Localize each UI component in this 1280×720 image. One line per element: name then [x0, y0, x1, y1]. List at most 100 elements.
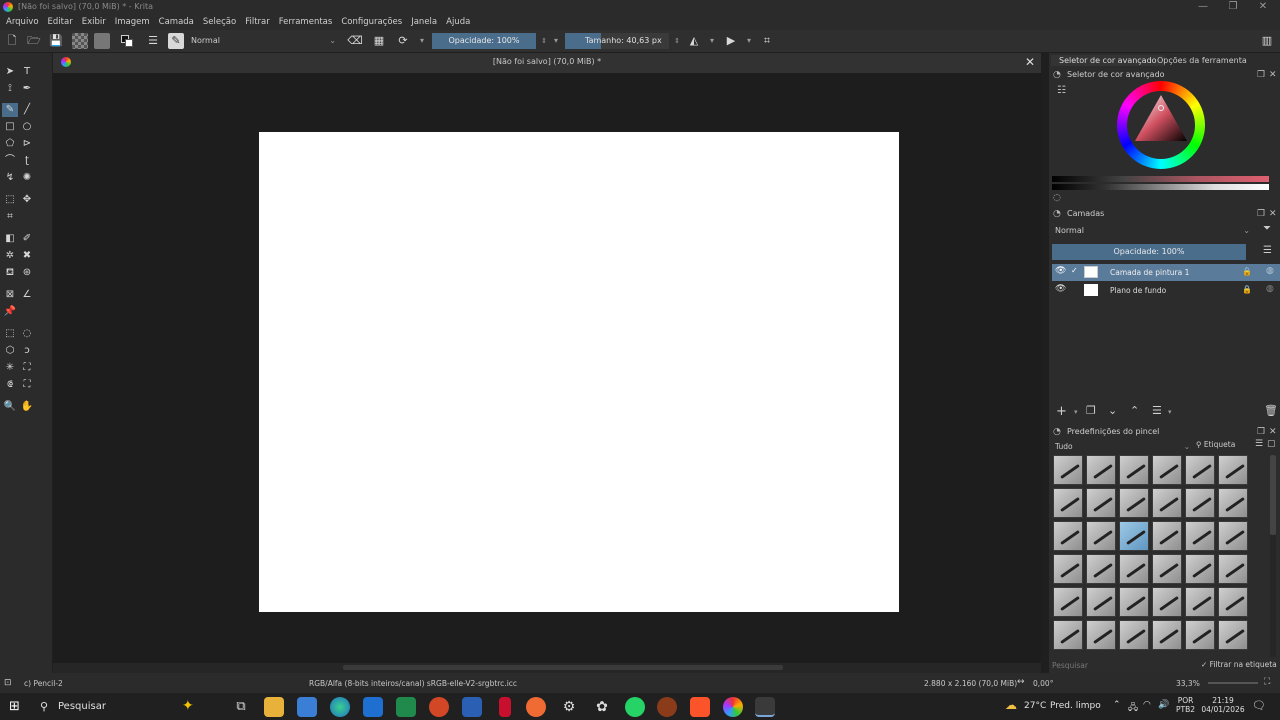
- weather-desc[interactable]: Pred. limpo: [1050, 701, 1101, 711]
- fullscreen-icon[interactable]: ⛶: [1264, 677, 1270, 687]
- rotation-icon[interactable]: ↔: [1017, 677, 1025, 687]
- float-panel-icon[interactable]: ❐: [1257, 68, 1265, 82]
- brush-preset[interactable]: [1218, 620, 1248, 650]
- select-shapes-tool-icon[interactable]: ➤: [2, 65, 18, 79]
- chatgpt-icon[interactable]: ✿: [592, 697, 612, 717]
- rectangular-selection-tool-icon[interactable]: ⬚: [2, 327, 18, 341]
- brush-preset[interactable]: [1218, 488, 1248, 518]
- brush-preset-icon[interactable]: ✎: [168, 33, 184, 49]
- steam-icon[interactable]: ⚙: [559, 697, 579, 717]
- canvas-paper[interactable]: [259, 132, 899, 612]
- freehand-path-tool-icon[interactable]: ʈ: [19, 154, 35, 168]
- brush-search-input[interactable]: Pesquisar: [1052, 660, 1192, 672]
- menu-ferramentas[interactable]: Ferramentas: [279, 17, 333, 27]
- duplicate-layer-icon[interactable]: ❐: [1086, 404, 1096, 417]
- save-icon[interactable]: 💾: [48, 33, 64, 49]
- fg-bg-color-icon[interactable]: [119, 33, 135, 49]
- tab-tool-options[interactable]: Opções da ferramenta: [1155, 55, 1249, 66]
- language-indicator[interactable]: POR PTB2: [1176, 696, 1195, 714]
- close-window-button[interactable]: ✕: [1248, 0, 1278, 14]
- brush-preset[interactable]: [1152, 455, 1182, 485]
- minimize-button[interactable]: —: [1188, 0, 1218, 14]
- brush-scrollbar[interactable]: [1270, 455, 1276, 657]
- contiguous-selection-tool-icon[interactable]: ✳: [2, 361, 18, 375]
- menu-editar[interactable]: Editar: [48, 17, 73, 27]
- reference-images-tool-icon[interactable]: 📌: [2, 305, 18, 319]
- brush-preset[interactable]: [1086, 620, 1116, 650]
- brush-preset[interactable]: [1053, 455, 1083, 485]
- app-orange-icon[interactable]: [526, 697, 546, 717]
- app-game-icon[interactable]: [657, 697, 677, 717]
- chevron-down-icon[interactable]: ▾: [1074, 408, 1078, 416]
- smart-patch-tool-icon[interactable]: ✖: [19, 249, 35, 263]
- close-document-icon[interactable]: ✕: [1025, 55, 1035, 69]
- menu-janela[interactable]: Janela: [411, 17, 437, 27]
- wifi-icon[interactable]: ◠: [1143, 700, 1151, 710]
- move-layer-up-icon[interactable]: ⌃: [1130, 404, 1139, 417]
- grid-view-icon[interactable]: ▢: [1267, 439, 1276, 449]
- scrollbar-thumb[interactable]: [343, 665, 783, 670]
- polygon-tool-icon[interactable]: ⬠: [2, 137, 18, 151]
- brush-preset[interactable]: [1218, 521, 1248, 551]
- filter-by-tag-checkbox[interactable]: ✓ Filtrar na etiqueta: [1201, 660, 1277, 669]
- brush-preset[interactable]: [1119, 620, 1149, 650]
- file-explorer-icon[interactable]: [264, 697, 284, 717]
- open-folder-icon[interactable]: 🗁: [26, 33, 42, 49]
- menu-configuracoes[interactable]: Configurações: [341, 17, 402, 27]
- brush-preset[interactable]: [1185, 488, 1215, 518]
- outlook-icon[interactable]: [363, 697, 383, 717]
- menu-exibir[interactable]: Exibir: [82, 17, 106, 27]
- bezier-tool-icon[interactable]: ⌒: [2, 154, 18, 168]
- panel-lock-icon[interactable]: ◔: [1053, 207, 1061, 221]
- task-view-icon[interactable]: ⧉: [231, 697, 251, 717]
- brush-preset[interactable]: [1152, 521, 1182, 551]
- alpha-lock-icon[interactable]: ◍: [1266, 284, 1274, 294]
- menu-ajuda[interactable]: Ajuda: [446, 17, 470, 27]
- checkmark-icon[interactable]: ✓: [1071, 266, 1078, 275]
- reload-preset-icon[interactable]: ⟳: [395, 33, 411, 49]
- weather-icon[interactable]: ☁: [1005, 698, 1017, 712]
- tag-button[interactable]: ⚲ Etiqueta: [1196, 440, 1235, 449]
- opacity-slider[interactable]: Opacidade: 100%: [432, 33, 536, 49]
- brush-preset[interactable]: [1053, 620, 1083, 650]
- polyline-tool-icon[interactable]: ⊳: [19, 137, 35, 151]
- rotation-value[interactable]: 0,00°: [1033, 679, 1053, 688]
- lock-icon[interactable]: 🔒: [1242, 267, 1252, 276]
- enclose-fill-tool-icon[interactable]: ⊛: [19, 266, 35, 280]
- menu-selecao[interactable]: Seleção: [203, 17, 236, 27]
- workspace-icon[interactable]: ▥: [1259, 33, 1275, 49]
- brush-preset[interactable]: [1152, 587, 1182, 617]
- chevron-down-icon[interactable]: ▾: [1168, 408, 1172, 416]
- float-panel-icon[interactable]: ❐: [1257, 425, 1265, 439]
- chevron-down-icon[interactable]: ▾: [414, 33, 430, 49]
- excel-icon[interactable]: [396, 697, 416, 717]
- brush-preset[interactable]: [1053, 587, 1083, 617]
- eraser-icon[interactable]: ⌫: [347, 33, 363, 49]
- zoom-slider[interactable]: [1208, 682, 1258, 684]
- wrap-around-icon[interactable]: ⌗: [759, 33, 775, 49]
- color-reset-icon[interactable]: ◌: [1053, 193, 1061, 203]
- color-history-bar[interactable]: [1052, 176, 1269, 182]
- chevron-down-icon[interactable]: ▾: [741, 33, 757, 49]
- tab-color-selector[interactable]: Seletor de cor avançado: [1051, 55, 1165, 66]
- speaker-icon[interactable]: 🔊: [1158, 700, 1169, 710]
- edit-shapes-tool-icon[interactable]: ⟟: [2, 82, 18, 96]
- color-settings-icon[interactable]: ☷: [1057, 85, 1066, 96]
- float-panel-icon[interactable]: ❐: [1257, 207, 1265, 221]
- menu-filtrar[interactable]: Filtrar: [245, 17, 270, 27]
- brush-preset[interactable]: [1086, 587, 1116, 617]
- layer-menu-icon[interactable]: ☰: [1263, 245, 1272, 256]
- layer-properties-icon[interactable]: ☰: [1152, 404, 1162, 417]
- brush-preset[interactable]: [1185, 587, 1215, 617]
- brush-preset[interactable]: [1086, 521, 1116, 551]
- text-tool-icon[interactable]: T: [19, 65, 35, 79]
- pattern-selector-icon[interactable]: [94, 33, 110, 49]
- document-tab[interactable]: [Não foi salvo] (70,0 MiB) * ✕: [53, 53, 1041, 73]
- assistant-tool-icon[interactable]: ⊠: [2, 288, 18, 302]
- magnetic-selection-tool-icon[interactable]: ⛶: [19, 378, 35, 392]
- brush-preset[interactable]: [1185, 620, 1215, 650]
- visibility-eye-icon[interactable]: 👁: [1055, 266, 1066, 276]
- size-stepper-icon[interactable]: ⇕: [669, 33, 685, 49]
- pan-tool-icon[interactable]: ✋: [19, 400, 35, 414]
- brush-preset[interactable]: [1119, 488, 1149, 518]
